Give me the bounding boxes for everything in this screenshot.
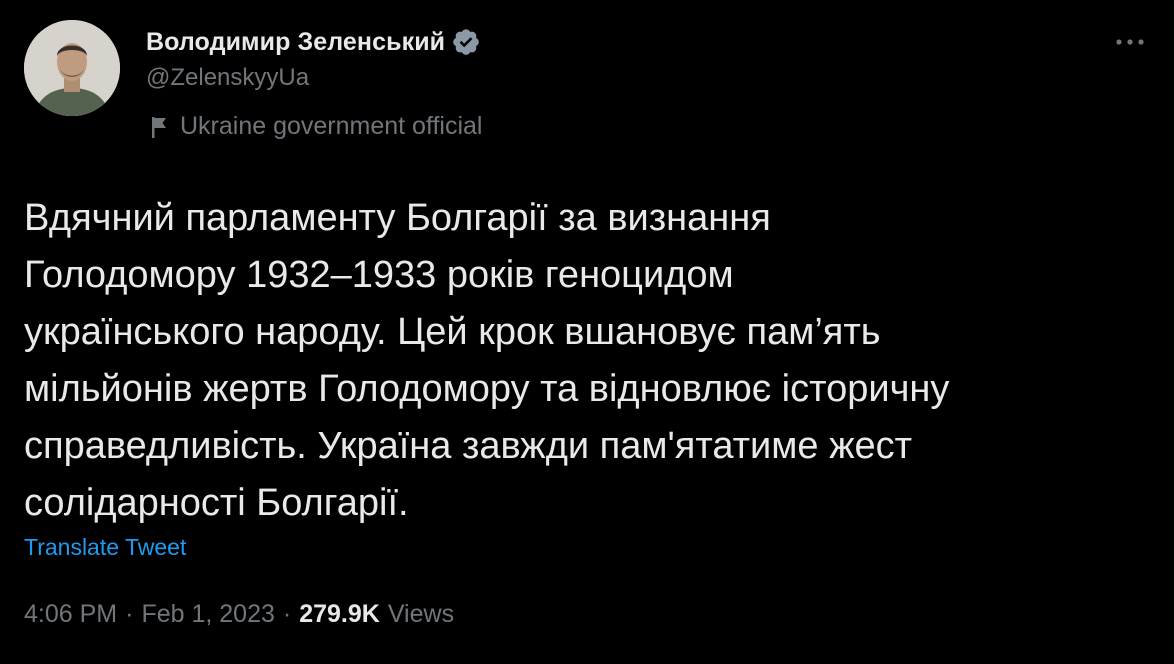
tweet-text-line: мільйонів жертв Голодомору та відновлює …: [24, 368, 950, 410]
tweet-meta: 4:06 PM · Feb 1, 2023 · 279.9K Views: [24, 600, 454, 629]
government-label-text: Ukraine government official: [180, 112, 483, 140]
tweet-text-line: Голодомору 1932–1933 років геноцидом: [24, 254, 734, 296]
views-label: Views: [387, 600, 455, 628]
display-name[interactable]: Володимир Зеленський: [146, 28, 445, 57]
tweet-text-line: солідарності Болгарії.: [24, 482, 409, 524]
more-icon[interactable]: [1110, 22, 1150, 62]
flag-icon: [150, 114, 170, 140]
tweet-text: Вдячний парламенту Болгарії за визнання …: [24, 190, 1154, 532]
views-count[interactable]: 279.9K: [299, 600, 380, 629]
tweet: Володимир Зеленський @ZelenskyyUa Ukrain…: [0, 0, 1174, 664]
verified-badge-icon[interactable]: [451, 27, 481, 57]
tweet-text-line: справедливість. Україна завжди пам'ятати…: [24, 425, 913, 467]
meta-separator: ·: [282, 600, 292, 628]
translate-tweet-link[interactable]: Translate Tweet: [24, 534, 186, 561]
author-block: Володимир Зеленський @ZelenskyyUa: [146, 24, 481, 92]
avatar[interactable]: [24, 20, 120, 116]
tweet-text-line: українського народу. Цей крок вшановує п…: [24, 311, 881, 353]
government-label[interactable]: Ukraine government official: [150, 112, 482, 141]
meta-separator: ·: [125, 600, 134, 628]
tweet-text-line: Вдячний парламенту Болгарії за визнання: [24, 197, 771, 239]
handle[interactable]: @ZelenskyyUa: [146, 64, 481, 92]
tweet-date[interactable]: Feb 1, 2023: [141, 600, 274, 629]
avatar-image: [24, 20, 120, 116]
tweet-time[interactable]: 4:06 PM: [24, 600, 117, 629]
name-row: Володимир Зеленський: [146, 24, 481, 60]
